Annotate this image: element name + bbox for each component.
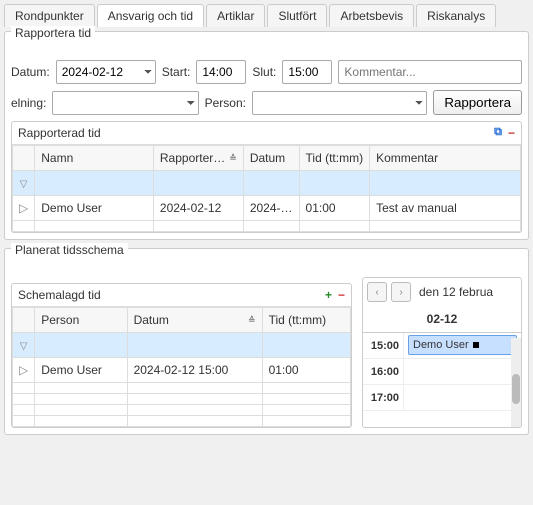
- table-row-empty: [13, 405, 351, 416]
- tab-arbetsbevis[interactable]: Arbetsbevis: [329, 4, 414, 27]
- table-row[interactable]: ▷ Demo User 2024-02-12 2024-… 01:00 Test…: [13, 196, 521, 221]
- time-label: 16:00: [363, 366, 403, 378]
- tab-rondpunkter[interactable]: Rondpunkter: [4, 4, 95, 27]
- expand-icon[interactable]: ▷: [13, 358, 35, 383]
- copy-icon[interactable]: ⧉: [494, 126, 502, 140]
- calendar-date-label: den 12 februa: [419, 285, 493, 299]
- col-tid[interactable]: Tid (tt:mm): [299, 146, 370, 171]
- time-label: 15:00: [363, 340, 403, 352]
- datum-label: Datum:: [11, 65, 50, 79]
- filter-icon[interactable]: ▽: [20, 179, 28, 190]
- table-row-empty: [13, 383, 351, 394]
- scroll-thumb[interactable]: [512, 374, 520, 404]
- expand-icon[interactable]: ▷: [13, 196, 35, 221]
- person-label: Person:: [205, 96, 246, 110]
- report-time-title: Rapportera tid: [11, 26, 95, 40]
- person-select[interactable]: [252, 91, 427, 115]
- col-person[interactable]: Person: [35, 308, 127, 333]
- minus-icon[interactable]: −: [508, 126, 515, 140]
- scheduled-time-panel: Schemalagd tid + − Person Datum≙ Tid (tt…: [11, 283, 352, 428]
- tab-artiklar[interactable]: Artiklar: [206, 4, 265, 27]
- scheduled-time-title: Schemalagd tid: [18, 288, 101, 302]
- sort-icon: ≙: [248, 315, 256, 326]
- reported-time-title: Rapporterad tid: [18, 126, 101, 140]
- rapportera-button[interactable]: Rapportera: [433, 90, 522, 115]
- reported-grid: Namn Rapporter…≙ Datum Tid (tt:mm) Komme…: [12, 145, 521, 232]
- reported-time-panel: Rapporterad tid ⧉ − Namn Rapporter…≙ Dat…: [11, 121, 522, 233]
- table-row[interactable]: ▷ Demo User 2024-02-12 15:00 01:00: [13, 358, 351, 383]
- planned-schedule-title: Planerat tidsschema: [11, 243, 128, 257]
- col-datum[interactable]: Datum: [243, 146, 299, 171]
- elning-label: elning:: [11, 96, 46, 110]
- sort-icon: ≙: [229, 153, 237, 164]
- datum-select[interactable]: 2024-02-12: [56, 60, 156, 84]
- table-row-empty: [13, 221, 521, 232]
- planned-schedule-panel: Planerat tidsschema Schemalagd tid + −: [4, 248, 529, 435]
- start-input[interactable]: [196, 60, 246, 84]
- elning-select[interactable]: [52, 91, 198, 115]
- calendar-event[interactable]: Demo User: [408, 335, 517, 355]
- scrollbar[interactable]: [511, 338, 521, 427]
- calendar-body: 15:00 Demo User 16:00 17:00: [363, 333, 521, 411]
- calendar-day-header: 02-12: [363, 306, 521, 333]
- tab-riskanalys[interactable]: Riskanalys: [416, 4, 496, 27]
- scheduled-grid: Person Datum≙ Tid (tt:mm) ▽ ▷ Demo User: [12, 307, 351, 427]
- col-rapporterat[interactable]: Rapporter…≙: [153, 146, 243, 171]
- filter-row[interactable]: ▽: [13, 333, 351, 358]
- col-datum[interactable]: Datum≙: [127, 308, 262, 333]
- col-namn[interactable]: Namn: [35, 146, 154, 171]
- kommentar-input[interactable]: [338, 60, 522, 84]
- plus-icon[interactable]: +: [325, 288, 332, 302]
- slut-input[interactable]: [282, 60, 332, 84]
- start-label: Start:: [162, 65, 191, 79]
- calendar-panel: ‹ › den 12 februa 02-12 15:00 Demo User: [362, 277, 522, 428]
- tab-ansvarig[interactable]: Ansvarig och tid: [97, 4, 204, 27]
- slut-label: Slut:: [252, 65, 276, 79]
- col-tid[interactable]: Tid (tt:mm): [262, 308, 350, 333]
- prev-button[interactable]: ‹: [367, 282, 387, 302]
- minus-icon[interactable]: −: [338, 288, 345, 302]
- table-row-empty: [13, 416, 351, 427]
- table-row-empty: [13, 394, 351, 405]
- event-label: Demo User: [413, 339, 469, 351]
- tabs: Rondpunkter Ansvarig och tid Artiklar Sl…: [4, 4, 529, 27]
- filter-icon[interactable]: ▽: [20, 341, 28, 352]
- time-label: 17:00: [363, 392, 403, 404]
- report-time-panel: Rapportera tid Datum: 2024-02-12 Start: …: [4, 31, 529, 240]
- event-marker-icon: [473, 342, 479, 348]
- tab-slutfort[interactable]: Slutfört: [267, 4, 327, 27]
- next-button[interactable]: ›: [391, 282, 411, 302]
- filter-row[interactable]: ▽: [13, 171, 521, 196]
- col-kommentar[interactable]: Kommentar: [370, 146, 521, 171]
